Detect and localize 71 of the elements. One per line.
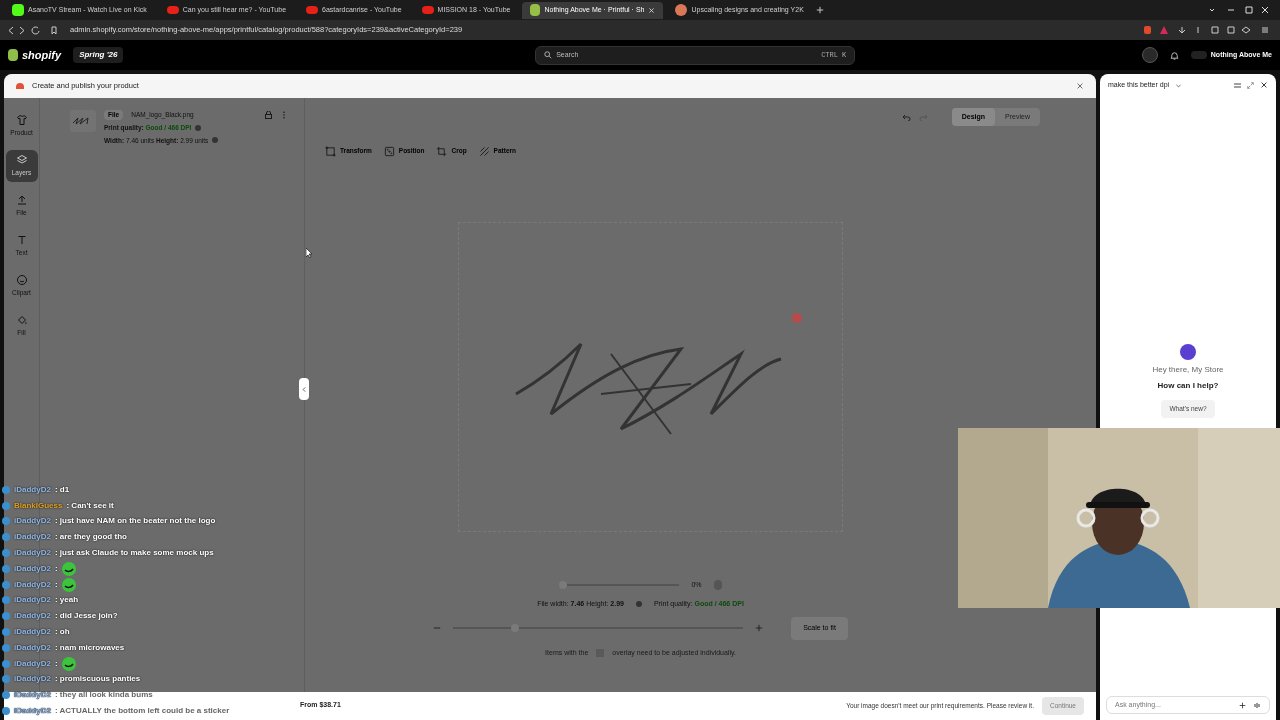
collapse-handle[interactable]: [299, 378, 309, 400]
youtube-icon: [421, 6, 434, 14]
chat-username: iDaddyD2: [14, 626, 51, 639]
chat-username: iDaddyD2: [14, 562, 51, 575]
more-icon[interactable]: [280, 110, 288, 119]
chat-username: BlankIGuess: [14, 499, 63, 512]
chat-username: iDaddyD2: [14, 547, 51, 560]
chat-username: iDaddyD2: [14, 531, 51, 544]
chat-message: :: [54, 562, 58, 575]
chat-message: : just have NAM on the beater not the logo: [54, 515, 216, 528]
greeting: Hey there, My Store: [1152, 364, 1224, 377]
shirt-icon: [15, 114, 28, 127]
new-tab-icon[interactable]: [815, 6, 824, 14]
chat-message: : they all look kinda bums: [54, 689, 153, 702]
chat-message: :: [54, 578, 58, 591]
logo-thumbnail: [70, 110, 96, 132]
assistant-avatar: [1180, 344, 1196, 361]
chat-message: : promiscuous panties: [54, 673, 141, 686]
crop-icon: [436, 145, 448, 157]
pattern-icon: [478, 145, 490, 157]
position-icon: [383, 145, 395, 157]
youtube-icon: [306, 6, 319, 14]
chat-message: : did Jesse join?: [54, 610, 118, 623]
chat-username: iDaddyD2: [14, 641, 51, 654]
transform-icon: [325, 145, 336, 157]
chat-message: : Can't see it: [66, 499, 114, 512]
chat-message: : oh: [54, 626, 70, 639]
chat-message: : yeah: [54, 594, 79, 607]
chat-message: : just ask Claude to make some mock ups: [54, 547, 214, 560]
chat-message: : are they good tho: [54, 531, 127, 544]
warning-icon: [792, 313, 802, 323]
search-icon: [544, 51, 553, 59]
zoom-in-icon[interactable]: [755, 624, 764, 633]
assistant-question: How can I help?: [1157, 380, 1219, 393]
store-avatar: [1190, 51, 1207, 59]
chat-username: iDaddyD2: [14, 657, 51, 670]
chat-username: iDaddyD2: [14, 610, 51, 623]
info-icon[interactable]: [212, 137, 219, 144]
chat-username: iDaddyD2: [14, 705, 51, 718]
chevron-left-icon: [300, 385, 308, 393]
info-icon[interactable]: [195, 124, 202, 131]
bell-icon[interactable]: [1169, 50, 1179, 60]
chat-message: : d1: [54, 483, 70, 496]
emote-icon: [61, 656, 76, 671]
chat-username: iDaddyD2: [14, 515, 51, 528]
chat-message: : nam microwaves: [54, 641, 125, 654]
chat-username: iDaddyD2: [14, 594, 51, 607]
undo-icon[interactable]: [901, 113, 911, 121]
lock-icon[interactable]: [265, 110, 272, 119]
chat-username: iDaddyD2: [14, 673, 51, 686]
expand-icon[interactable]: [1247, 81, 1254, 89]
emote-icon: [61, 561, 76, 576]
paint-bucket-icon: [15, 314, 28, 327]
close-icon[interactable]: [1260, 81, 1268, 89]
chat-message: :: [54, 657, 58, 670]
version-badge: Spring '26: [73, 47, 124, 63]
plus-icon[interactable]: [1239, 701, 1246, 709]
emote-icon: [61, 577, 76, 592]
close-icon[interactable]: [1076, 82, 1084, 90]
info-icon[interactable]: [635, 600, 642, 607]
chat-username: iDaddyD2: [14, 483, 51, 496]
chat-message: : ACTUALLY the bottom left could be a sticker: [54, 705, 230, 718]
chat-username: iDaddyD2: [14, 689, 51, 702]
navigation-icon[interactable]: [8, 25, 58, 35]
cursor-icon: [306, 248, 313, 258]
upload-icon: [15, 194, 28, 207]
youtube-icon: [166, 6, 179, 14]
window-controls-icon[interactable]: [1208, 5, 1268, 15]
chat-username: iDaddyD2: [14, 578, 51, 591]
shopify-logo[interactable]: shopify: [22, 46, 62, 64]
smile-icon: [15, 274, 28, 287]
